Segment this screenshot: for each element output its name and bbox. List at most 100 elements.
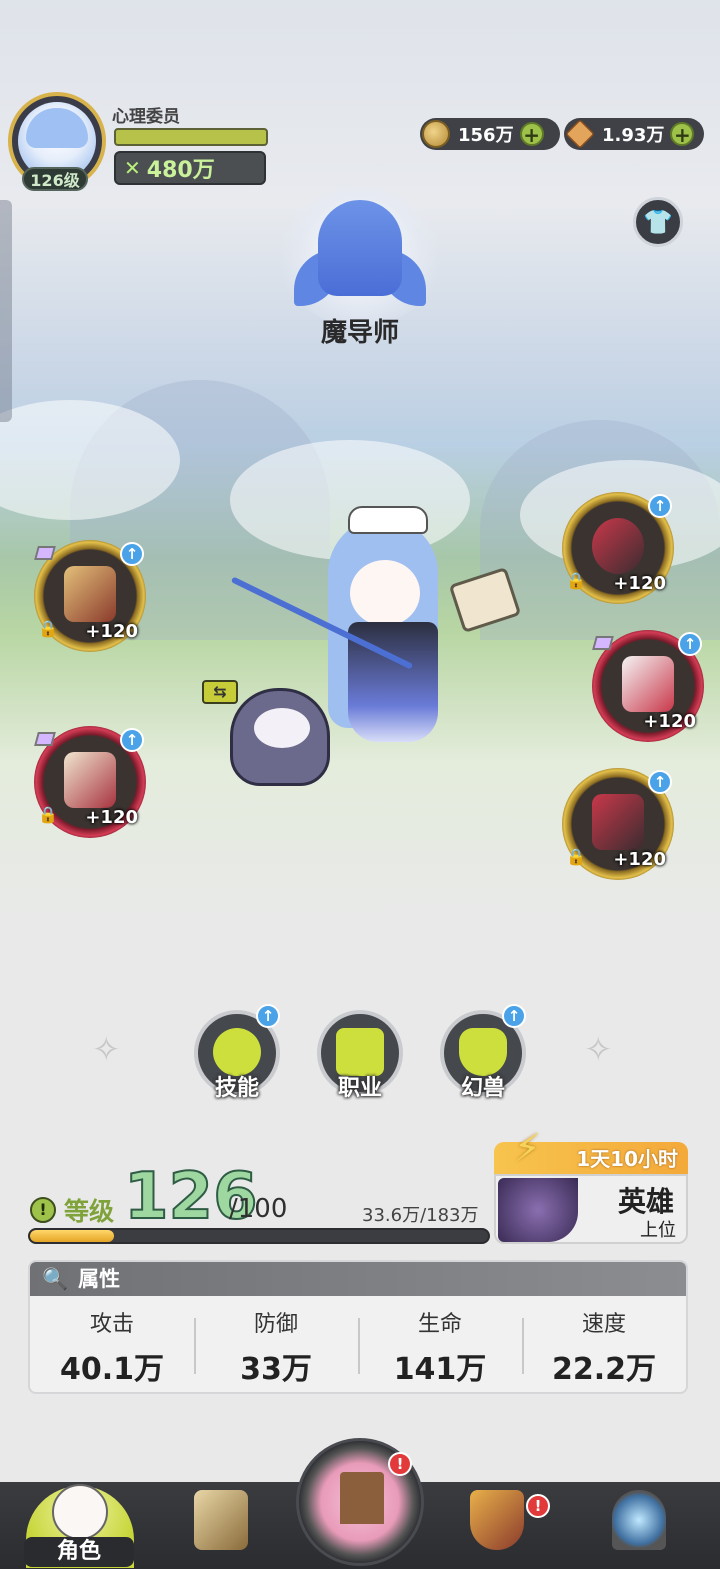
attribute-name: 生命: [417, 1312, 462, 1337]
shirt-icon: 👕: [643, 208, 673, 236]
guild-notification-badge: !: [526, 1494, 550, 1518]
attribute-defense: 防御 33万: [194, 1296, 358, 1392]
lock-icon: 🔒: [566, 847, 586, 866]
beast-button[interactable]: ↑ 幻兽: [438, 1004, 528, 1108]
enhance-level: +120: [613, 849, 666, 870]
nav-tab-codex[interactable]: [186, 1488, 256, 1558]
nav-tab-character-label: 角色: [24, 1537, 134, 1567]
attribute-value: 141万: [393, 1352, 487, 1387]
attribute-value: 40.1万: [59, 1352, 165, 1387]
shield-icon: [470, 1490, 524, 1550]
pet-face: [254, 708, 310, 748]
upgrade-arrow-icon: ↑: [120, 728, 144, 752]
combat-power: ✕ 480万: [114, 151, 266, 185]
character-headdress: [348, 506, 428, 534]
coin-counter: 156万 +: [420, 118, 560, 150]
coin-value: 156万: [458, 125, 514, 146]
player-character[interactable]: [230, 500, 500, 790]
combat-power-value: 480万: [146, 158, 215, 183]
choker-icon: [592, 518, 644, 574]
weapon-icon: [64, 566, 116, 622]
coin-icon: [422, 120, 450, 148]
upgrade-arrow-icon: ↑: [648, 494, 672, 518]
hero-rank-card[interactable]: 1天10小时 ⚡ 英雄 上位: [494, 1126, 688, 1244]
pet-swap-button[interactable]: ⇆: [202, 680, 238, 704]
outfit-button[interactable]: 👕: [633, 197, 683, 247]
attributes-panel[interactable]: 🔍 属性 攻击 40.1万 防御 33万 生命 141万 速度 22.2万: [28, 1260, 688, 1394]
nav-tab-portal[interactable]: [604, 1488, 674, 1558]
boots-icon: [592, 794, 644, 850]
lock-icon: 🔒: [566, 571, 586, 590]
attribute-name: 攻击: [89, 1312, 134, 1337]
upgrade-arrow-icon: ↑: [648, 770, 672, 794]
level-label: 等级: [64, 1197, 115, 1226]
gem-icon: [565, 119, 595, 149]
gem-socket-icon: [34, 732, 56, 746]
level-max: /100: [229, 1194, 288, 1224]
attribute-name: 防御: [253, 1312, 298, 1337]
house-icon: [340, 1472, 384, 1524]
equip-slot-weapon[interactable]: ↑ 🔒 +120: [34, 540, 146, 652]
add-gems-button[interactable]: +: [670, 122, 695, 146]
hero-card-body: 英雄 上位: [494, 1174, 688, 1244]
level-exp-text: 33.6万/183万: [362, 1205, 479, 1226]
level-progress-fill: [30, 1230, 115, 1242]
equip-slot-armor[interactable]: ↑ +120: [592, 630, 704, 742]
player-level-badge: 126级: [22, 167, 88, 191]
class-emblem[interactable]: 魔导师: [268, 186, 452, 348]
enhance-level: +120: [613, 573, 666, 594]
hero-sub-rank: 上位: [640, 1220, 676, 1241]
hero-rank: 英雄: [617, 1185, 674, 1218]
class-crest-icon: [336, 1028, 384, 1076]
equip-slot-accessory[interactable]: ↑ 🔒 +120: [562, 492, 674, 604]
hero-crest-icon: [498, 1178, 578, 1242]
level-alert-icon: !: [30, 1197, 56, 1223]
attribute-attack: 攻击 40.1万: [30, 1296, 194, 1392]
enhance-level: +120: [643, 711, 696, 732]
level-progress-bar: [28, 1228, 490, 1244]
class-label: 职业: [337, 1076, 382, 1101]
attributes-title: 属性: [78, 1267, 121, 1291]
divider-ornament-right: ✧: [584, 1030, 613, 1070]
player-exp-bar: [114, 128, 268, 146]
attribute-speed: 速度 22.2万: [522, 1296, 686, 1392]
add-coins-button[interactable]: +: [519, 122, 544, 146]
upgrade-arrow-icon: ↑: [678, 632, 702, 656]
gem-socket-icon: [34, 546, 56, 560]
attributes-list: 攻击 40.1万 防御 33万 生命 141万 速度 22.2万: [30, 1296, 686, 1392]
portal-icon: [612, 1490, 666, 1550]
attribute-value: 22.2万: [551, 1352, 657, 1387]
gem-value: 1.93万: [602, 125, 665, 146]
companion-pet[interactable]: [230, 678, 330, 786]
attribute-name: 速度: [581, 1312, 626, 1337]
enhance-level: +120: [85, 621, 138, 642]
lock-icon: 🔒: [38, 805, 58, 824]
character-portrait-icon: [52, 1484, 108, 1540]
equip-slot-boots[interactable]: ↑ 🔒 +120: [562, 768, 674, 880]
player-name: 心理委员: [112, 107, 180, 127]
crossed-swords-icon: ✕: [124, 156, 141, 180]
side-drawer-handle[interactable]: [0, 200, 12, 422]
character-face: [350, 560, 420, 626]
skills-label: 技能: [214, 1076, 259, 1101]
home-notification-badge: !: [388, 1452, 412, 1476]
equip-slot-tome[interactable]: ↑ 🔒 +120: [34, 726, 146, 838]
skills-button[interactable]: ↑ 技能: [192, 1004, 282, 1108]
lock-icon: 🔒: [38, 619, 58, 638]
attribute-value: 33万: [240, 1352, 312, 1387]
gem-counter: 1.93万 +: [564, 118, 704, 150]
gem-socket-icon: [592, 636, 614, 650]
nav-tab-guild[interactable]: [462, 1488, 532, 1558]
mage-crest-icon: [318, 200, 402, 296]
beast-cat-icon: [459, 1028, 507, 1076]
book-icon: [194, 1490, 248, 1550]
upgrade-arrow-icon: ↑: [120, 542, 144, 566]
divider-ornament-left: ✧: [92, 1030, 121, 1070]
tome-icon: [64, 752, 116, 808]
armor-icon: [622, 656, 674, 712]
attribute-hp: 生命 141万: [358, 1296, 522, 1392]
class-button[interactable]: 职业: [315, 1008, 405, 1108]
upgrade-arrow-icon: ↑: [256, 1004, 280, 1028]
lightning-icon: ⚡: [514, 1126, 541, 1170]
upgrade-arrow-icon: ↑: [502, 1004, 526, 1028]
